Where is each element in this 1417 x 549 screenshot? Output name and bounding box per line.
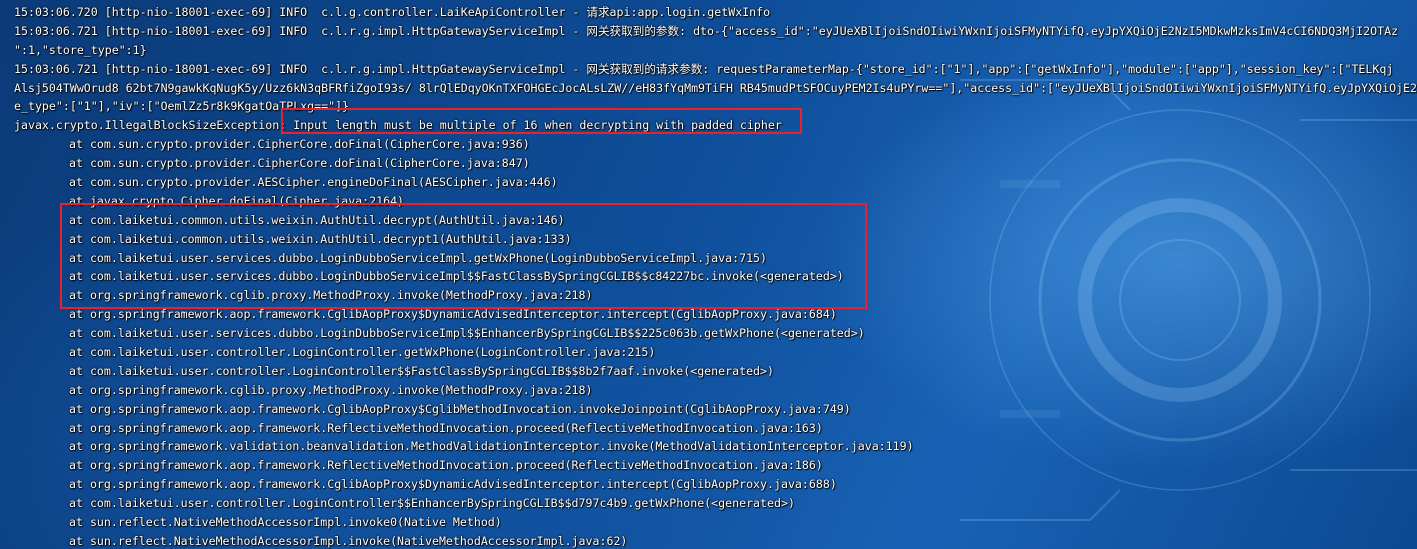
stack-frame: at org.springframework.aop.framework.Cgl…: [69, 477, 837, 492]
stack-frame: at com.laiketui.user.controller.LoginCon…: [69, 496, 795, 511]
stack-frame: at org.springframework.validation.beanva…: [69, 439, 914, 454]
stack-frame: at org.springframework.cglib.proxy.Metho…: [69, 382, 593, 397]
log-line: e_type":["1"],"iv":["OemlZz5r8k9KgatOaTP…: [14, 99, 350, 114]
stack-frame: at sun.reflect.NativeMethodAccessorImpl.…: [69, 515, 502, 530]
log-header-lines: 15:03:06.720 [http-nio-18001-exec-69] IN…: [14, 3, 1417, 116]
stack-frame: at org.springframework.aop.framework.Cgl…: [69, 307, 837, 322]
log-line: Alsj504TWwOrud8 62bt7N9gawkKqNugK5y/Uzz6…: [14, 80, 1417, 95]
stack-frame: at org.springframework.aop.framework.Ref…: [69, 420, 823, 435]
stack-frame: at org.springframework.aop.framework.Cgl…: [69, 401, 851, 416]
stack-frame: at org.springframework.cglib.proxy.Metho…: [69, 288, 593, 303]
stack-frame: at sun.reflect.NativeMethodAccessorImpl.…: [69, 533, 628, 548]
stack-frame: at org.springframework.aop.framework.Ref…: [69, 458, 823, 473]
stack-frame: at javax.crypto.Cipher.doFinal(Cipher.ja…: [69, 193, 405, 208]
stack-frame: at com.sun.crypto.provider.CipherCore.do…: [69, 156, 530, 171]
log-line: 15:03:06.721 [http-nio-18001-exec-69] IN…: [14, 23, 1399, 38]
exception-line: javax.crypto.IllegalBlockSizeException: …: [14, 116, 1417, 135]
log-line: 15:03:06.721 [http-nio-18001-exec-69] IN…: [14, 61, 1394, 76]
stack-frame: at com.sun.crypto.provider.AESCipher.eng…: [69, 175, 558, 190]
stack-frame: at com.laiketui.user.services.dubbo.Logi…: [69, 326, 865, 341]
console-output: 15:03:06.720 [http-nio-18001-exec-69] IN…: [14, 3, 1417, 549]
log-line: ":1,"store_type":1}: [14, 42, 147, 57]
stack-frame: at com.laiketui.user.controller.LoginCon…: [69, 363, 774, 378]
stack-frame: at com.laiketui.user.controller.LoginCon…: [69, 345, 656, 360]
stack-frame: at com.sun.crypto.provider.CipherCore.do…: [69, 137, 530, 152]
exception-class: javax.crypto.IllegalBlockSizeException:: [14, 118, 287, 133]
exception-message: Input length must be multiple of 16 when…: [286, 118, 782, 133]
stack-frame: at com.laiketui.user.services.dubbo.Logi…: [69, 250, 768, 265]
stack-frame: at com.laiketui.user.services.dubbo.Logi…: [69, 269, 844, 284]
stack-frame: at com.laiketui.common.utils.weixin.Auth…: [69, 231, 572, 246]
stack-trace: at com.sun.crypto.provider.CipherCore.do…: [14, 135, 1417, 549]
stack-frame: at com.laiketui.common.utils.weixin.Auth…: [69, 212, 565, 227]
log-line: 15:03:06.720 [http-nio-18001-exec-69] IN…: [14, 5, 771, 19]
